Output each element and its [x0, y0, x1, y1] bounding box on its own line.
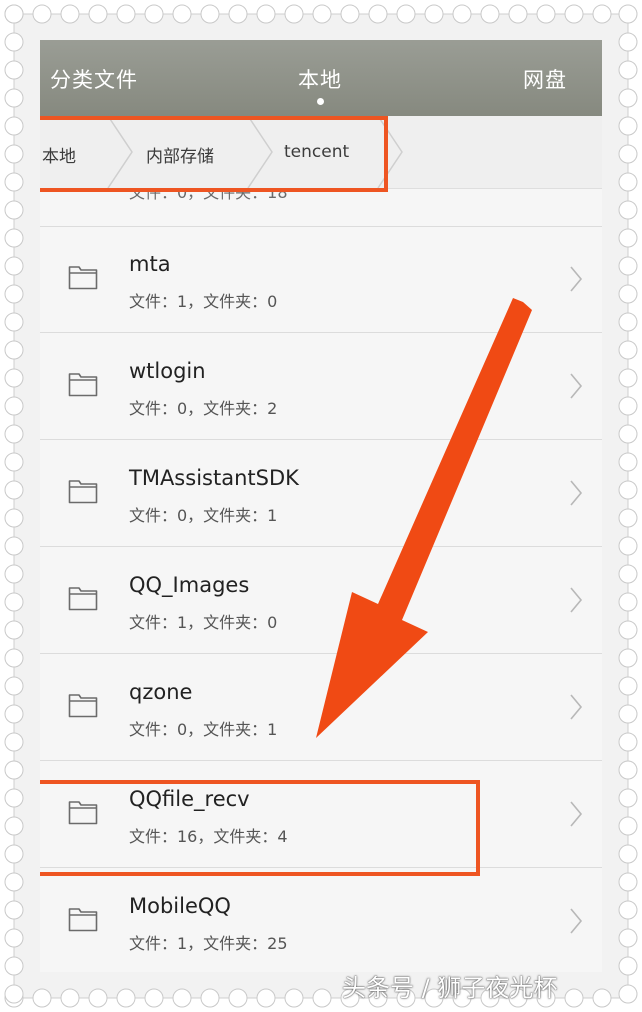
qqfile-recv-highlight-box [40, 780, 480, 876]
chevron-right-icon [568, 478, 584, 508]
folder-info: 文件：1，文件夹：25 [129, 934, 288, 953]
list-item[interactable]: mta 文件：1，文件夹：0 [40, 226, 602, 333]
folder-icon [68, 264, 98, 290]
tab-category-files[interactable]: 分类文件 [50, 64, 138, 94]
breadcrumb-highlight-box [40, 116, 388, 192]
folder-name: MobileQQ [129, 894, 231, 918]
list-item[interactable]: QQ_Images 文件：1，文件夹：0 [40, 547, 602, 654]
chevron-right-icon [568, 585, 584, 615]
file-manager-screen: 分类文件 本地 网盘 本地 内部存储 tencent 文件：0，文件夹：18 m… [40, 40, 602, 972]
folder-info: 文件：0，文件夹：1 [129, 720, 278, 739]
chevron-right-icon [568, 264, 584, 294]
list-item-partial[interactable]: 文件：0，文件夹：18 [40, 189, 602, 227]
watermark: 头条号 / 狮子夜光杯 [342, 974, 558, 1002]
folder-info: 文件：0，文件夹：2 [129, 399, 278, 418]
folder-name: qzone [129, 680, 193, 704]
folder-info: 文件：1，文件夹：0 [129, 613, 278, 632]
list-item[interactable]: qzone 文件：0，文件夹：1 [40, 654, 602, 761]
tab-cloud-disk[interactable]: 网盘 [523, 64, 567, 94]
chevron-right-icon [568, 906, 584, 936]
list-item[interactable]: TMAssistantSDK 文件：0，文件夹：1 [40, 440, 602, 547]
folder-name: TMAssistantSDK [129, 466, 299, 490]
folder-name: mta [129, 252, 171, 276]
folder-name: wtlogin [129, 359, 206, 383]
folder-info: 文件：1，文件夹：0 [129, 292, 278, 311]
folder-icon [68, 478, 98, 504]
folder-icon [68, 692, 98, 718]
active-tab-indicator [317, 98, 324, 105]
folder-name: QQ_Images [129, 573, 250, 597]
list-item[interactable]: MobileQQ 文件：1，文件夹：25 [40, 868, 602, 972]
folder-info: 文件：0，文件夹：1 [129, 506, 278, 525]
folder-icon [68, 371, 98, 397]
list-item[interactable]: wtlogin 文件：0，文件夹：2 [40, 333, 602, 440]
chevron-right-icon [568, 692, 584, 722]
chevron-right-icon [568, 799, 584, 829]
chevron-right-icon [568, 371, 584, 401]
top-tab-bar: 分类文件 本地 网盘 [40, 40, 602, 116]
folder-icon [68, 585, 98, 611]
tab-local[interactable]: 本地 [298, 64, 342, 94]
folder-icon [68, 906, 98, 932]
